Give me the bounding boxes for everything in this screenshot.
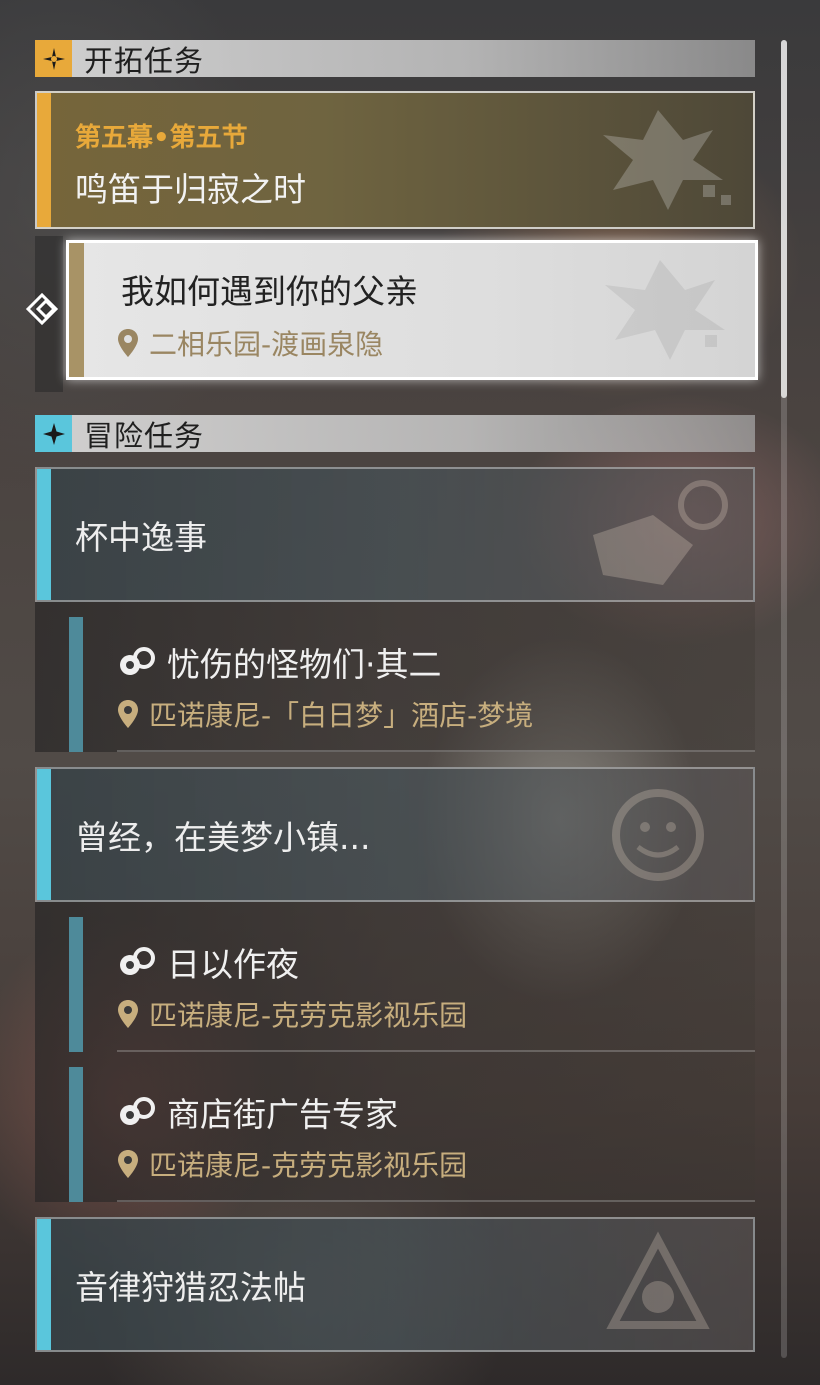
quest-title: 鸣笛于归寂之时	[75, 170, 306, 209]
quest-title-row: 日以作夜	[117, 938, 299, 986]
location-text: 匹诺康尼-「白日梦」酒店-梦境	[149, 699, 534, 732]
divider	[117, 750, 755, 752]
section-title: 冒险任务	[84, 418, 205, 453]
mission-emblem-icon	[606, 1230, 710, 1329]
quest-title: 忧伤的怪物们·其二	[167, 645, 442, 684]
card-accent	[37, 469, 51, 600]
swirl-quest-icon	[120, 647, 155, 675]
step-location: 二相乐园-渡画泉隐	[117, 323, 383, 363]
section-title: 开拓任务	[84, 43, 205, 78]
quest-location: 匹诺康尼-克劳克影视乐园	[117, 1144, 467, 1184]
mission-emblem-icon	[605, 260, 725, 360]
swirl-quest-icon	[120, 1097, 155, 1125]
group-title: 杯中逸事	[75, 517, 207, 557]
divider	[117, 1200, 755, 1202]
map-pin-icon	[118, 1150, 138, 1178]
card-accent	[37, 93, 51, 227]
group-title: 音律狩猎忍法帖	[75, 1267, 306, 1307]
quest-location: 匹诺康尼-克劳克影视乐园	[117, 994, 467, 1034]
card-accent	[69, 243, 84, 377]
diamond-arrow-icon	[25, 292, 59, 326]
mission-emblem-icon	[593, 479, 728, 585]
location-text: 匹诺康尼-克劳克影视乐园	[149, 999, 468, 1032]
map-pin-icon	[118, 329, 138, 357]
trailblaze-quest-card[interactable]: 第五幕•第五节 鸣笛于归寂之时	[35, 91, 755, 229]
map-pin-icon	[118, 700, 138, 728]
quest-bar	[69, 1067, 83, 1202]
card-accent	[37, 1219, 51, 1350]
quest-bar	[69, 617, 83, 752]
map-pin-icon	[118, 1000, 138, 1028]
card-accent	[37, 769, 51, 900]
current-quest-step[interactable]: 我如何遇到你的父亲 二相乐园-渡画泉隐	[66, 240, 758, 380]
step-title: 我如何遇到你的父亲	[121, 272, 418, 311]
mission-emblem-icon	[612, 788, 704, 881]
location-text: 二相乐园-渡画泉隐	[149, 328, 384, 361]
adventure-group-card[interactable]: 杯中逸事	[35, 467, 755, 602]
adventure-quest-item[interactable]: 忧伤的怪物们·其二 匹诺康尼-「白日梦」酒店-梦境	[35, 602, 755, 752]
adventure-section-header: 冒险任务	[35, 415, 755, 453]
adventure-group-card[interactable]: 音律狩猎忍法帖	[35, 1217, 755, 1352]
adventure-quest-item[interactable]: 日以作夜 匹诺康尼-克劳克影视乐园	[35, 902, 755, 1052]
group-title: 曾经，在美梦小镇...	[75, 817, 371, 857]
trailblaze-section-header: 开拓任务	[35, 40, 755, 78]
quest-title: 商店街广告专家	[167, 1095, 398, 1134]
location-text: 匹诺康尼-克劳克影视乐园	[149, 1149, 468, 1182]
adventure-quest-item[interactable]: 商店街广告专家 匹诺康尼-克劳克影视乐园	[35, 1052, 755, 1202]
quest-title: 日以作夜	[167, 945, 299, 984]
quest-location: 匹诺康尼-「白日梦」酒店-梦境	[117, 694, 533, 734]
quest-bar	[69, 917, 83, 1052]
scrollbar-thumb[interactable]	[781, 40, 787, 398]
mission-emblem-icon	[603, 110, 731, 210]
quest-chapter: 第五幕•第五节	[75, 123, 248, 153]
quest-title-row: 商店街广告专家	[117, 1088, 398, 1136]
sparkle-compass-icon	[35, 40, 72, 77]
adventure-group-card[interactable]: 曾经，在美梦小镇...	[35, 767, 755, 902]
swirl-quest-icon	[120, 947, 155, 975]
quest-title-row: 忧伤的怪物们·其二	[117, 638, 442, 686]
four-point-star-icon	[35, 415, 72, 452]
